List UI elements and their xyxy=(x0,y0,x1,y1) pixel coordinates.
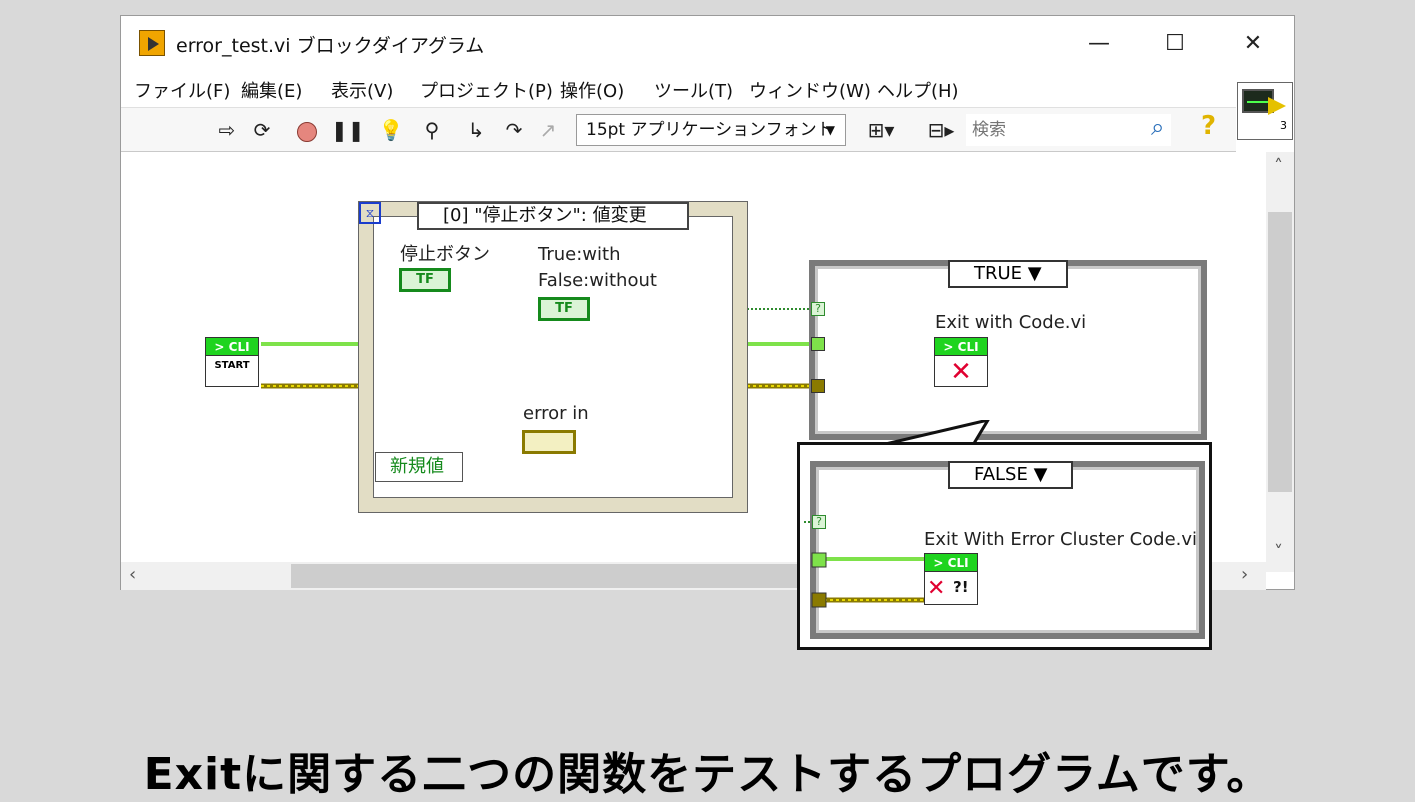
vi-icon-arrow xyxy=(1268,97,1286,115)
scroll-left-arrow-icon[interactable]: ‹ xyxy=(129,564,136,585)
menu-tools[interactable]: ツール(T) xyxy=(654,77,733,103)
abort-icon[interactable] xyxy=(294,117,320,143)
event-selector[interactable]: [0] "停止ボタン": 値変更 xyxy=(417,202,689,230)
exit-with-code-tag: > CLI xyxy=(935,338,987,356)
toggle-label-line1: True:with xyxy=(538,244,621,265)
labview-app-icon xyxy=(139,30,165,56)
minimize-button[interactable]: — xyxy=(1076,28,1122,60)
vi-icon-number: 3 xyxy=(1280,119,1287,132)
step-over-icon[interactable]: ↷ xyxy=(501,117,527,143)
menu-window[interactable]: ウィンドウ(W) xyxy=(749,77,871,103)
cli-start-label: START xyxy=(214,360,250,371)
chevron-down-icon: ▼ xyxy=(825,123,835,137)
error-in-terminal[interactable] xyxy=(522,430,576,454)
caption: Exitに関する二つの関数をテストするプログラムです。 xyxy=(143,749,1272,800)
case-selector-true[interactable]: TRUE ▼ xyxy=(948,260,1068,288)
run-arrow-icon[interactable]: ⇨ xyxy=(214,117,240,143)
vertical-scroll-thumb[interactable] xyxy=(1268,212,1292,492)
cli-start-block[interactable]: > CLI START xyxy=(205,337,259,387)
maximize-button[interactable]: ☐ xyxy=(1152,28,1198,60)
menu-file[interactable]: ファイル(F) xyxy=(134,77,230,103)
toolbar: ⇨ ⟳ ❚❚ 💡 ⚲ ↳ ↷ ↗ 15pt アプリケーションフォント ▼ ⊞▾ … xyxy=(121,107,1236,152)
pause-icon[interactable]: ❚❚ xyxy=(331,117,365,143)
help-icon[interactable]: ? xyxy=(1201,111,1216,141)
font-select-value: 15pt アプリケーションフォント xyxy=(586,120,834,140)
highlight-execution-icon[interactable]: 💡 xyxy=(378,117,404,143)
exit-with-error-node[interactable]: > CLI ✕ ?! xyxy=(924,553,978,605)
close-button[interactable]: ✕ xyxy=(1230,28,1276,60)
vertical-scrollbar[interactable]: ˄ ˅ xyxy=(1266,152,1294,572)
cli-start-tag: > CLI xyxy=(206,338,258,356)
menu-edit[interactable]: 編集(E) xyxy=(241,77,302,103)
exit-with-error-label: Exit With Error Cluster Code.vi xyxy=(924,529,1198,550)
case-true-error-tunnel xyxy=(811,379,825,393)
scroll-down-icon[interactable]: ˅ xyxy=(1274,542,1283,563)
distribute-objects-icon[interactable]: ⊟▸ xyxy=(919,117,963,143)
stop-button-terminal[interactable]: TF xyxy=(399,268,451,292)
exit-x-icon: ✕ xyxy=(950,357,972,387)
error-in-label: error in xyxy=(523,403,589,424)
menu-view[interactable]: 表示(V) xyxy=(331,77,393,103)
stop-button-label: 停止ボタン xyxy=(400,244,490,265)
case-selector-true-text: TRUE xyxy=(974,263,1023,284)
step-out-icon[interactable]: ↗ xyxy=(535,117,561,143)
scroll-up-icon[interactable]: ˄ xyxy=(1274,156,1283,177)
toggle-label-line2: False:without xyxy=(538,270,657,291)
new-value-node[interactable]: 新規値 xyxy=(375,452,463,482)
case-true-cli-tunnel xyxy=(811,337,825,351)
vi-icon[interactable]: 3 xyxy=(1237,82,1293,140)
window-title: error_test.vi ブロックダイアグラム xyxy=(176,35,485,57)
menu-project[interactable]: プロジェクト(P) xyxy=(420,77,553,103)
menu-bar: ファイル(F) 編集(E) 表示(V) プロジェクト(P) 操作(O) ツール(… xyxy=(121,71,1236,107)
run-continuously-icon[interactable]: ⟳ xyxy=(249,117,275,143)
step-into-icon[interactable]: ↳ xyxy=(463,117,489,143)
toggle-terminal[interactable]: TF xyxy=(538,297,590,321)
menu-operate[interactable]: 操作(O) xyxy=(560,77,624,103)
exit-with-code-node[interactable]: > CLI ✕ xyxy=(934,337,988,387)
hourglass-icon: ⧖ xyxy=(359,202,381,224)
exit-with-code-label: Exit with Code.vi xyxy=(935,312,1087,333)
exit-error-question-icon: ?! xyxy=(953,578,969,596)
retain-wire-values-icon[interactable]: ⚲ xyxy=(419,117,445,143)
search-input[interactable] xyxy=(966,114,1171,146)
search-icon[interactable]: ⌕ xyxy=(1151,113,1164,141)
false-case-callout: FALSE ▼ ? Exit With Error Cluster Code.v… xyxy=(797,442,1212,650)
font-select[interactable]: 15pt アプリケーションフォント ▼ xyxy=(576,114,846,146)
case-false-question: ? xyxy=(812,515,826,529)
exit-error-x-icon: ✕ xyxy=(927,576,946,601)
menu-help[interactable]: ヘルプ(H) xyxy=(877,77,959,103)
case-true-question: ? xyxy=(811,302,825,316)
exit-with-error-tag: > CLI xyxy=(925,554,977,572)
align-objects-icon[interactable]: ⊞▾ xyxy=(859,117,903,143)
scroll-right-icon[interactable]: › xyxy=(1241,564,1248,585)
event-selector-text: [0] "停止ボタン": 値変更 xyxy=(443,205,647,226)
title-bar: error_test.vi ブロックダイアグラム — ☐ ✕ xyxy=(121,16,1294,71)
